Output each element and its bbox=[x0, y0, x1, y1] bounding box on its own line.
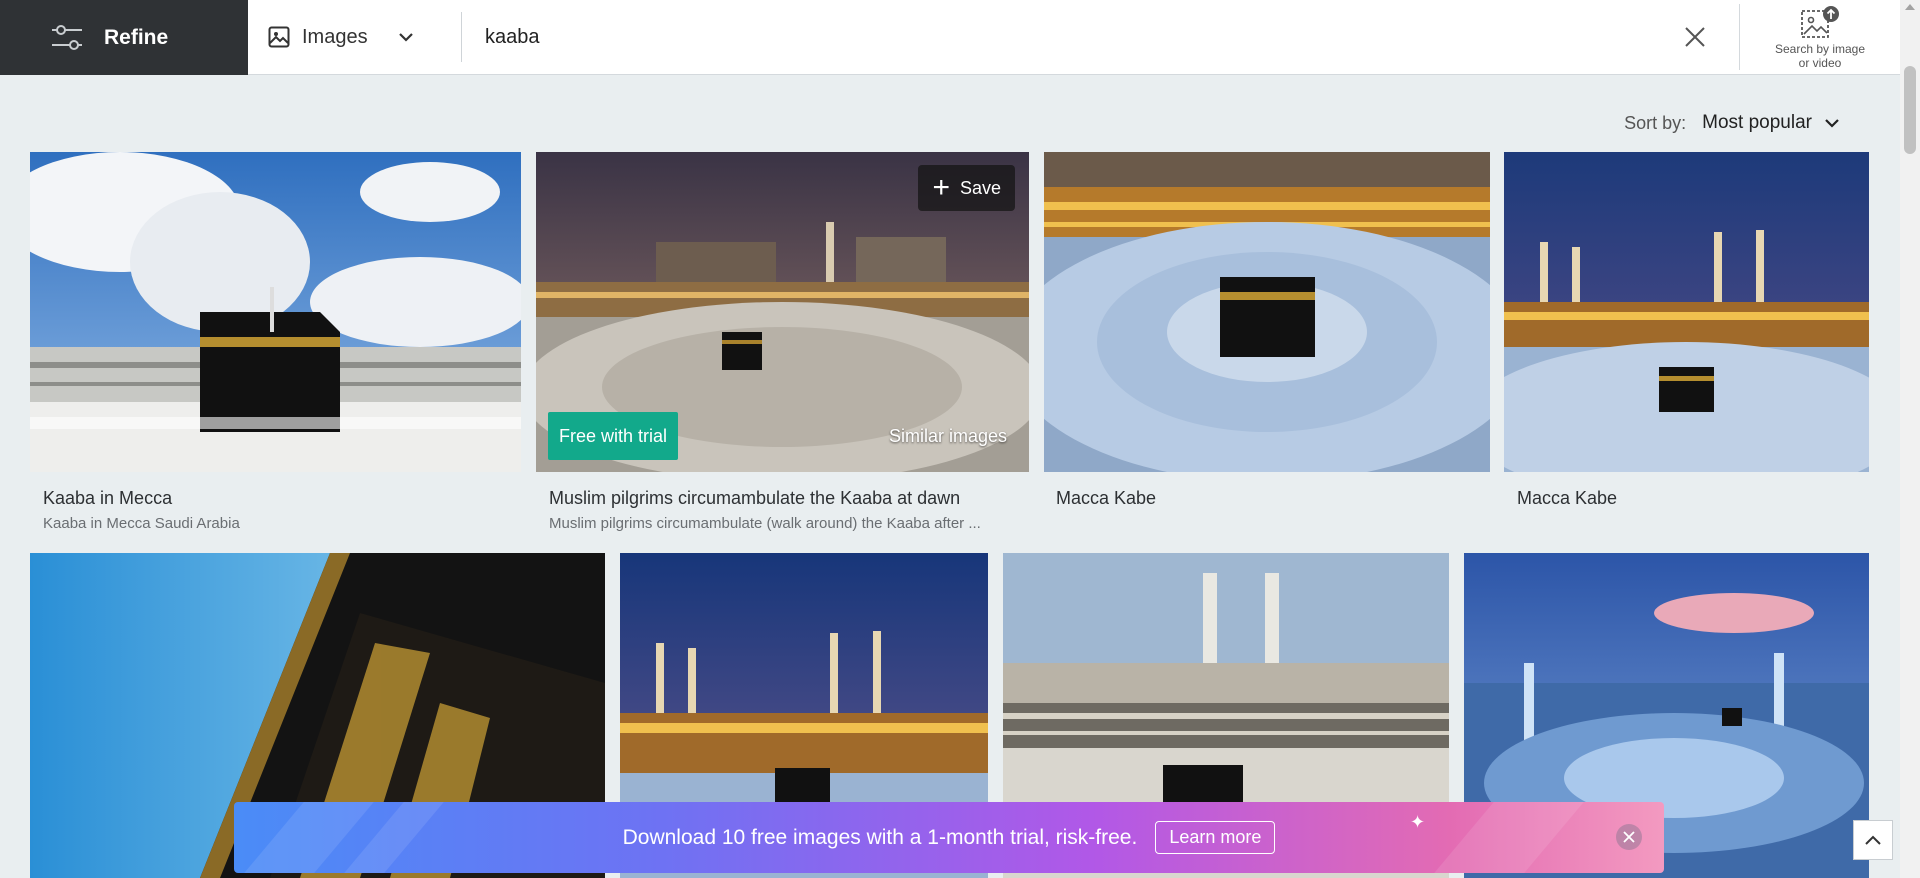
refine-label: Refine bbox=[104, 25, 169, 49]
refine-button[interactable]: Refine bbox=[0, 0, 248, 75]
result-caption: Macca Kabe bbox=[1517, 488, 1617, 509]
back-to-top-button[interactable] bbox=[1853, 820, 1893, 860]
result-caption: Muslim pilgrims circumambulate the Kaaba… bbox=[549, 488, 981, 532]
close-icon bbox=[1685, 27, 1705, 47]
result-caption: Macca Kabe bbox=[1056, 488, 1156, 509]
free-with-trial-badge: Free with trial bbox=[548, 412, 679, 460]
scroll-up-arrow-icon[interactable] bbox=[1905, 4, 1915, 10]
result-image-macca-kabe[interactable] bbox=[1044, 152, 1490, 472]
promo-message: Download 10 free images with a 1-month t… bbox=[622, 825, 1138, 849]
image-icon bbox=[268, 26, 290, 48]
banner-decoration bbox=[1434, 802, 1584, 873]
save-button[interactable]: + Save bbox=[918, 165, 1015, 211]
media-type-dropdown[interactable]: Images bbox=[248, 0, 461, 74]
macca-kabe-photo bbox=[1044, 152, 1490, 472]
chevron-down-icon[interactable] bbox=[1824, 118, 1840, 128]
result-image-pilgrims-dawn[interactable]: + Save Free with trial Similar images bbox=[536, 152, 1029, 472]
clear-search-button[interactable] bbox=[1665, 0, 1725, 74]
close-banner-button[interactable] bbox=[1616, 824, 1642, 850]
result-caption: Kaaba in Mecca Kaaba in Mecca Saudi Arab… bbox=[43, 488, 240, 532]
search-input[interactable] bbox=[462, 0, 1665, 74]
kaaba-photo bbox=[30, 152, 521, 472]
result-title[interactable]: Muslim pilgrims circumambulate the Kaaba… bbox=[549, 488, 981, 509]
search-by-image-label-2: or video bbox=[1798, 56, 1842, 70]
sort-label: Sort by: bbox=[1624, 112, 1687, 133]
search-by-image-label: Search by image bbox=[1774, 42, 1866, 56]
page-scrollbar[interactable] bbox=[1900, 0, 1920, 878]
chevron-down-icon bbox=[398, 33, 413, 42]
filter-sliders-icon bbox=[52, 24, 82, 50]
result-title[interactable]: Macca Kabe bbox=[1056, 488, 1156, 509]
similar-images-button[interactable]: Similar images bbox=[889, 426, 1007, 447]
trial-promo-banner: Download 10 free images with a 1-month t… bbox=[234, 802, 1664, 873]
sort-dropdown[interactable]: Most popular bbox=[1702, 112, 1812, 134]
media-type-label: Images bbox=[302, 25, 368, 48]
result-subtitle: Kaaba in Mecca Saudi Arabia bbox=[43, 515, 240, 532]
result-title[interactable]: Macca Kabe bbox=[1517, 488, 1617, 509]
image-search-upload-icon bbox=[1801, 6, 1839, 38]
close-icon bbox=[1623, 831, 1635, 843]
sparkle-icon: ✦ bbox=[1410, 812, 1426, 832]
top-bar: Refine Images Search by image or video bbox=[0, 0, 1900, 75]
chevron-up-icon bbox=[1865, 835, 1881, 845]
search-by-image-button[interactable]: Search by image or video bbox=[1740, 0, 1900, 74]
result-subtitle: Muslim pilgrims circumambulate (walk aro… bbox=[549, 515, 981, 532]
result-image-kaaba-in-mecca[interactable] bbox=[30, 152, 521, 472]
save-label: Save bbox=[959, 177, 1001, 198]
macca-kabe-night-photo bbox=[1504, 152, 1869, 472]
plus-icon: + bbox=[932, 171, 950, 204]
result-title[interactable]: Kaaba in Mecca bbox=[43, 488, 240, 509]
result-image-macca-kabe-2[interactable] bbox=[1504, 152, 1869, 472]
sort-control: Sort by: Most popular bbox=[1624, 112, 1840, 134]
learn-more-button[interactable]: Learn more bbox=[1155, 821, 1276, 854]
scrollbar-thumb[interactable] bbox=[1904, 66, 1916, 154]
